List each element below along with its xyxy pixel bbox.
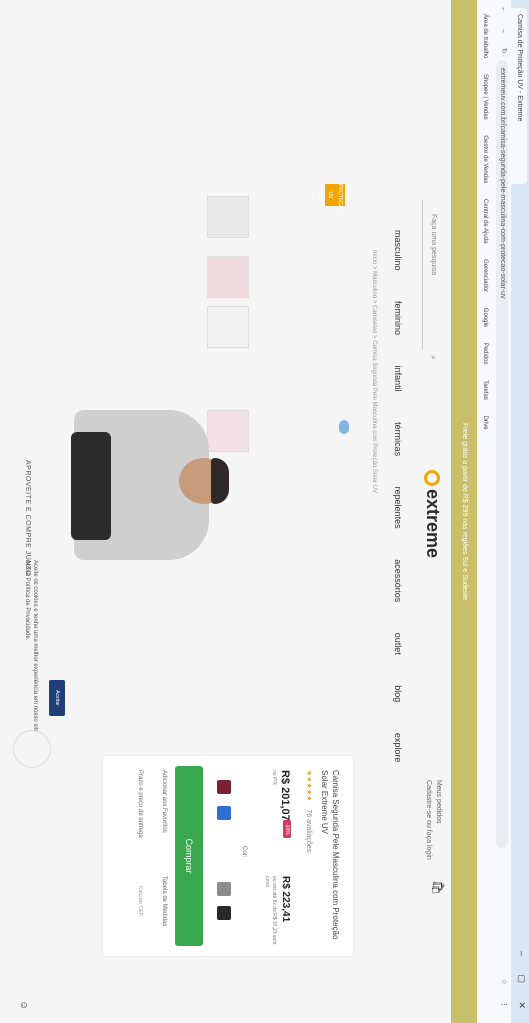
menu-item-blog[interactable]: blog bbox=[393, 685, 403, 702]
bookmark-item[interactable]: Tarefas bbox=[477, 380, 493, 400]
browser-toolbar: ← → ↻ extremeuv.com.br/camisa-segunda-pe… bbox=[493, 0, 511, 1023]
nav-arrows-icon[interactable]: ← → ↻ bbox=[500, 6, 508, 60]
regular-price: R$ 223,41 bbox=[280, 876, 291, 923]
model-hair bbox=[211, 458, 229, 504]
product-thumbnail[interactable] bbox=[207, 306, 249, 348]
shipping-calc-button[interactable]: Calcular CEP bbox=[137, 886, 143, 916]
bookmark-star-icon[interactable]: ☆ ⋮ bbox=[500, 979, 508, 1015]
logo-text: extreme bbox=[423, 489, 443, 559]
menu-item-feminino[interactable]: feminino bbox=[393, 301, 403, 335]
size-chart-link[interactable]: Tabela de Medidas bbox=[161, 876, 167, 926]
browser-tab[interactable]: Camisa de Proteção UV - Extreme bbox=[511, 8, 527, 184]
bookmark-item[interactable]: Shopee | Vendas bbox=[477, 74, 493, 120]
buy-button[interactable]: Comprar bbox=[175, 766, 203, 946]
price-note: no PIX bbox=[271, 770, 277, 786]
zoom-chip-icon[interactable] bbox=[339, 420, 349, 434]
menu-item-repelentes[interactable]: repelentes bbox=[393, 487, 403, 529]
search-icon[interactable]: ⌕ bbox=[428, 355, 439, 360]
menu-item-termicas[interactable]: térmicas bbox=[393, 422, 403, 456]
bookmark-item[interactable]: Drive bbox=[477, 416, 493, 430]
site-logo[interactable]: extreme bbox=[422, 470, 443, 558]
account-line: Cadastre-se ou faça login bbox=[425, 780, 432, 860]
product-photo[interactable] bbox=[69, 410, 229, 565]
chat-float-button[interactable] bbox=[13, 730, 51, 768]
window-controls[interactable]: – ▢ ✕ bbox=[516, 951, 527, 1017]
bookmark-item[interactable]: Google bbox=[477, 308, 493, 327]
bookmark-item[interactable]: Gestor de Vendas bbox=[477, 135, 493, 183]
product-thumbnail[interactable] bbox=[207, 256, 249, 298]
search-input[interactable]: Faça uma pesquisa ⌕ bbox=[422, 200, 441, 360]
cart-icon[interactable]: 🛍 bbox=[431, 880, 445, 895]
discount-badge: -10% bbox=[283, 820, 291, 838]
model-pants bbox=[71, 432, 111, 540]
bookmark-item[interactable]: Central de Ajuda bbox=[477, 199, 493, 243]
bookmark-item[interactable]: Pedidos bbox=[477, 343, 493, 365]
stars-icon: ★★★★★ bbox=[305, 770, 312, 802]
cookie-bar: Aceitar Aceite os cookies e tenha uma me… bbox=[0, 0, 65, 1023]
search-placeholder: Faça uma pesquisa bbox=[430, 214, 437, 276]
installments: ou em até 6x de R$ 37,23 sem juros bbox=[264, 876, 277, 945]
buy-box: Camisa Segunda Pele Masculina com Proteç… bbox=[102, 755, 354, 957]
address-bar[interactable]: extremeuv.com.br/camisa-segunda-pele-mas… bbox=[496, 60, 508, 848]
account-line: Meus pedidos bbox=[435, 780, 442, 824]
logo-mark-icon bbox=[423, 470, 440, 486]
menu-item-masculino[interactable]: masculino bbox=[393, 230, 403, 271]
menu-item-outlet[interactable]: outlet bbox=[393, 633, 403, 655]
site-header: Faça uma pesquisa ⌕ extreme Meus pedidos… bbox=[381, 0, 451, 1023]
color-swatch[interactable] bbox=[217, 780, 231, 794]
color-swatch[interactable] bbox=[217, 806, 231, 820]
breadcrumb[interactable]: Início > Masculino > Camisetas > Camisa … bbox=[371, 250, 377, 493]
uv-badge: PROTEÇÃO UV SOLAR bbox=[317, 184, 345, 213]
product-thumbnail[interactable] bbox=[207, 196, 249, 238]
bookmarks-bar: Área de trabalho Shopee | Vendas Gestor … bbox=[476, 0, 493, 1023]
browser-tab-strip: Camisa de Proteção UV - Extreme – ▢ ✕ bbox=[511, 0, 529, 1023]
rating-stars[interactable]: ★★★★★ 76 avaliações bbox=[305, 770, 313, 852]
shipping-calc-label: Prazo e preço de entrega bbox=[137, 770, 143, 838]
menu-item-infantil[interactable]: infantil bbox=[393, 366, 403, 392]
color-swatch[interactable] bbox=[217, 906, 231, 920]
product-name: Camisa Segunda Pele Masculina com Proteç… bbox=[320, 770, 340, 940]
review-count: 76 avaliações bbox=[305, 809, 312, 853]
current-price: R$ 201,07 bbox=[279, 770, 291, 821]
promo-banner: Frete grátis a partir de R$ 299 nas regi… bbox=[451, 0, 477, 1023]
color-swatch[interactable] bbox=[217, 882, 231, 896]
bookmark-item[interactable]: Área de trabalho bbox=[477, 14, 493, 58]
menu-item-acessorios[interactable]: acessórios bbox=[393, 559, 403, 602]
account-link[interactable]: Meus pedidos Cadastre-se ou faça login bbox=[423, 780, 443, 860]
page: Camisa de Proteção UV - Extreme – ▢ ✕ ← … bbox=[0, 0, 529, 1023]
color-label: Cor: bbox=[241, 846, 247, 858]
main-menu: masculino feminino infantil térmicas rep… bbox=[393, 230, 403, 790]
accept-cookies-button[interactable]: Aceitar bbox=[49, 680, 65, 716]
cookie-icon: ☺ bbox=[18, 1000, 29, 1011]
bookmark-item[interactable]: Gerenciador bbox=[477, 259, 493, 292]
menu-item-explore[interactable]: explore bbox=[393, 733, 403, 763]
add-favorite-link[interactable]: Adicionar aos Favoritos bbox=[161, 770, 167, 833]
